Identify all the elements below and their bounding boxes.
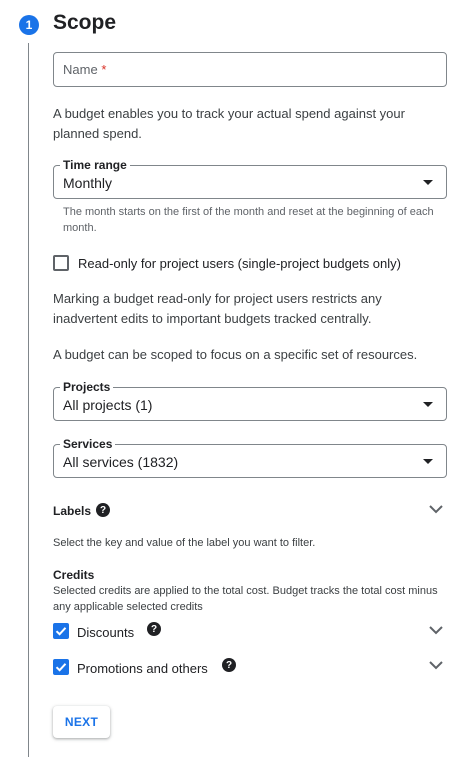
caret-down-icon bbox=[423, 459, 433, 464]
chevron-down-icon[interactable] bbox=[428, 504, 444, 514]
time-range-helper: The month starts on the first of the mon… bbox=[63, 206, 434, 234]
name-field-placeholder: Name * bbox=[63, 62, 107, 77]
time-range-select[interactable]: Time range Monthly bbox=[53, 158, 447, 199]
read-only-checkbox[interactable] bbox=[53, 255, 69, 271]
budget-scope-step: 1 Scope Name * A budget enables you to t… bbox=[0, 0, 466, 757]
step-title: Scope bbox=[53, 11, 117, 34]
projects-label: Projects bbox=[60, 380, 114, 394]
chevron-down-icon[interactable] bbox=[428, 625, 444, 635]
help-circle-icon[interactable]: ? bbox=[222, 658, 236, 672]
chevron-down-icon[interactable] bbox=[428, 660, 444, 670]
credits-description: Selected credits are applied to the tota… bbox=[53, 585, 438, 613]
services-label: Services bbox=[60, 437, 116, 451]
required-marker: * bbox=[101, 62, 107, 77]
read-only-note: Marking a budget read-only for project u… bbox=[53, 291, 382, 326]
discounts-label[interactable]: Discounts bbox=[77, 625, 134, 640]
check-icon bbox=[55, 627, 67, 636]
step-number-badge: 1 bbox=[19, 15, 39, 35]
help-circle-icon[interactable]: ? bbox=[96, 503, 110, 517]
read-only-label[interactable]: Read-only for project users (single-proj… bbox=[78, 256, 401, 271]
budget-intro-text: A budget enables you to track your actua… bbox=[53, 106, 405, 141]
check-icon bbox=[55, 663, 67, 672]
caret-down-icon bbox=[423, 402, 433, 407]
projects-select[interactable]: Projects All projects (1) bbox=[53, 380, 447, 421]
time-range-value: Monthly bbox=[63, 175, 113, 191]
step-connector-line bbox=[28, 43, 29, 757]
labels-description: Select the key and value of the label yo… bbox=[53, 537, 316, 549]
next-button[interactable]: NEXT bbox=[53, 706, 110, 738]
discounts-checkbox[interactable] bbox=[53, 623, 69, 639]
time-range-label: Time range bbox=[60, 158, 130, 172]
scope-note: A budget can be scoped to focus on a spe… bbox=[53, 347, 418, 362]
promotions-checkbox[interactable] bbox=[53, 659, 69, 675]
promotions-label[interactable]: Promotions and others bbox=[77, 661, 208, 676]
caret-down-icon bbox=[423, 180, 433, 185]
labels-title: Labels bbox=[53, 504, 92, 518]
services-value: All services (1832) bbox=[63, 454, 179, 470]
projects-value: All projects (1) bbox=[63, 397, 153, 413]
help-circle-icon[interactable]: ? bbox=[147, 622, 161, 636]
credits-title: Credits bbox=[53, 568, 95, 582]
name-field[interactable]: Name * bbox=[53, 52, 447, 87]
services-select[interactable]: Services All services (1832) bbox=[53, 437, 447, 478]
